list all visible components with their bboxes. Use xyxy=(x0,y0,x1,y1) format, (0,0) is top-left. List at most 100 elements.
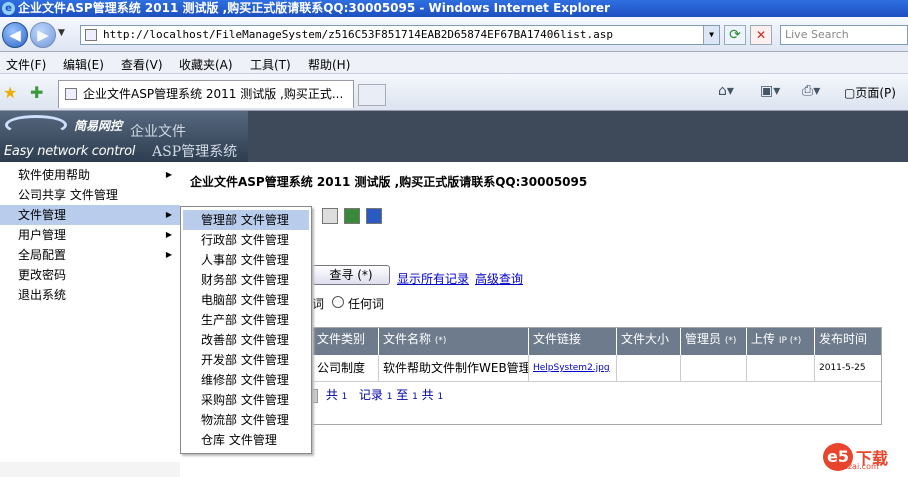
logo-cn: 简易网控 xyxy=(74,119,123,133)
cell-date: 2011-5-25 xyxy=(819,363,866,373)
new-tab-button[interactable] xyxy=(358,84,386,106)
logo-icon xyxy=(5,115,67,135)
sidebar: 软件使用帮助 ▶ 公司共享 文件管理 文件管理 ▶ 用户管理 ▶ 全局配置 ▶ 更改密码… xyxy=(0,162,180,477)
sidebar-item-logout[interactable]: 退出系统 xyxy=(0,285,180,305)
tab-bar: ★ ✚ 企业文件ASP管理系统 2011 测试版 ,购买正式... ⌂▾ ▣▾ … xyxy=(0,74,908,111)
menu-file[interactable]: 文件(F) xyxy=(6,56,46,73)
sidebar-item-file-manage[interactable]: 文件管理 ▶ xyxy=(0,205,180,225)
col-link-label: 文件链接 xyxy=(533,332,582,346)
cell-admin xyxy=(681,355,747,382)
address-field[interactable]: http://localhost/FileManageSystem/z516C5… xyxy=(80,25,720,45)
submenu-item[interactable]: 开发部 文件管理 xyxy=(183,350,309,370)
submenu-item[interactable]: 人事部 文件管理 xyxy=(183,250,309,270)
sidebar-item-label: 用户管理 xyxy=(18,228,67,242)
address-toolbar: ◀ ▶ ▼ http://localhost/FileManageSystem/… xyxy=(0,17,908,52)
system-name-line1: 企业文件 xyxy=(130,124,186,140)
app-banner: 简易网控 Easy network control 企业文件 ASP管理系统 xyxy=(0,111,908,162)
submenu-item[interactable]: 维修部 文件管理 xyxy=(183,370,309,390)
file-link[interactable]: HelpSystem2.jpg xyxy=(533,363,610,373)
home-icon[interactable]: ⌂▾ xyxy=(718,83,734,99)
submenu-item[interactable]: 仓库 文件管理 xyxy=(183,430,309,450)
favorites-star-icon[interactable]: ★ xyxy=(3,83,17,102)
watermark-site: xiazai.com xyxy=(836,462,879,471)
col-name[interactable]: 文件名称 (*) xyxy=(379,328,529,355)
sidebar-bottom xyxy=(0,462,180,477)
col-category[interactable]: 文件类别 xyxy=(313,328,379,355)
pager-rec-from: 1 xyxy=(386,392,393,402)
submenu-item[interactable]: 管理部 文件管理 xyxy=(183,210,309,230)
submenu-item[interactable]: 行政部 文件管理 xyxy=(183,230,309,250)
pager-total: 1 xyxy=(341,392,348,402)
radio-any-word[interactable] xyxy=(332,296,344,308)
chevron-right-icon: ▶ xyxy=(165,250,172,259)
add-favorite-icon[interactable]: ✚ xyxy=(30,83,43,102)
search-button[interactable]: 查寻 (*) xyxy=(312,265,390,285)
menu-help[interactable]: 帮助(H) xyxy=(308,56,350,73)
col-name-label: 文件名称 xyxy=(383,332,435,346)
excel-export-icon[interactable] xyxy=(344,208,360,224)
pager: 共 1 记录 1 至 1 共 1 xyxy=(312,386,443,403)
menu-edit[interactable]: 编辑(E) xyxy=(63,56,104,73)
sidebar-item-label: 软件使用帮助 xyxy=(18,168,91,182)
col-admin[interactable]: 管理员 (*) xyxy=(681,328,747,355)
menu-tools[interactable]: 工具(T) xyxy=(250,56,291,73)
col-ip[interactable]: 上传 IP (*) xyxy=(747,328,815,355)
page-title: 企业文件ASP管理系统 2011 测试版 ,购买正式版请联系QQ:3000509… xyxy=(190,175,588,189)
stop-button[interactable]: ✕ xyxy=(750,25,772,45)
submenu-item[interactable]: 电脑部 文件管理 xyxy=(183,290,309,310)
tab-current[interactable]: 企业文件ASP管理系统 2011 测试版 ,购买正式... xyxy=(58,80,354,108)
col-size-label: 文件大小 xyxy=(621,332,670,346)
col-admin-sort: (*) xyxy=(724,336,737,346)
pager-total-label: 共 xyxy=(325,388,338,402)
search-input[interactable]: Live Search xyxy=(780,25,908,45)
chevron-right-icon: ▶ xyxy=(165,230,172,239)
sidebar-item-label: 全局配置 xyxy=(18,248,67,262)
feeds-icon[interactable]: ▣▾ xyxy=(760,83,780,99)
page-icon xyxy=(85,29,97,41)
sidebar-item-label: 更改密码 xyxy=(18,268,67,282)
col-size[interactable]: 文件大小 xyxy=(617,328,681,355)
forward-button[interactable]: ▶ xyxy=(30,22,56,48)
pager-gong-label: 共 xyxy=(421,388,434,402)
col-admin-label: 管理员 xyxy=(685,332,725,346)
submenu-item[interactable]: 物流部 文件管理 xyxy=(183,410,309,430)
col-link[interactable]: 文件链接 xyxy=(529,328,617,355)
sidebar-item-global-config[interactable]: 全局配置 ▶ xyxy=(0,245,180,265)
file-manage-submenu: 管理部 文件管理 行政部 文件管理 人事部 文件管理 财务部 文件管理 电脑部 … xyxy=(180,206,312,454)
back-button[interactable]: ◀ xyxy=(2,22,28,48)
sidebar-item-shared-files[interactable]: 公司共享 文件管理 xyxy=(0,185,180,205)
pager-rec-label: 记录 xyxy=(358,388,383,402)
sidebar-item-user-manage[interactable]: 用户管理 ▶ xyxy=(0,225,180,245)
refresh-button[interactable]: ⟳ xyxy=(724,25,746,45)
submenu-item[interactable]: 财务部 文件管理 xyxy=(183,270,309,290)
cell-link: HelpSystem2.jpg xyxy=(529,355,617,382)
col-category-label: 文件类别 xyxy=(317,332,366,346)
col-date[interactable]: 发布时间 xyxy=(815,328,881,355)
history-dropdown-icon[interactable]: ▼ xyxy=(58,28,65,38)
submenu-item[interactable]: 改善部 文件管理 xyxy=(183,330,309,350)
sidebar-item-label: 公司共享 文件管理 xyxy=(18,188,118,202)
menu-bar: 文件(F) 编辑(E) 查看(V) 收藏夹(A) 工具(T) 帮助(H) xyxy=(0,52,908,74)
logo-en: Easy network control xyxy=(4,144,136,159)
sidebar-item-change-password[interactable]: 更改密码 xyxy=(0,265,180,285)
menu-favorites[interactable]: 收藏夹(A) xyxy=(179,56,233,73)
show-all-records-link[interactable]: 显示所有记录 xyxy=(397,270,469,287)
logo-area: 简易网控 Easy network control 企业文件 ASP管理系统 xyxy=(0,111,248,162)
pager-rec-to: 1 xyxy=(412,392,418,402)
radio-any-label: 任何词 xyxy=(348,297,385,311)
address-dropdown-icon[interactable]: ▼ xyxy=(703,26,719,44)
col-date-label: 发布时间 xyxy=(819,332,868,346)
submenu-item[interactable]: 采购部 文件管理 xyxy=(183,390,309,410)
menu-view[interactable]: 查看(V) xyxy=(121,56,163,73)
tab-label: 企业文件ASP管理系统 2011 测试版 ,购买正式... xyxy=(83,87,344,101)
address-text: http://localhost/FileManageSystem/z516C5… xyxy=(103,28,613,41)
sidebar-item-help[interactable]: 软件使用帮助 ▶ xyxy=(0,165,180,185)
submenu-item[interactable]: 生产部 文件管理 xyxy=(183,310,309,330)
word-export-icon[interactable] xyxy=(366,208,382,224)
pager-box xyxy=(312,388,318,403)
advanced-search-link[interactable]: 高级查询 xyxy=(475,270,523,287)
page-menu[interactable]: ▢页面(P) xyxy=(844,84,896,101)
sidebar-item-label: 文件管理 xyxy=(18,208,67,222)
print-icon[interactable]: ⎙▾ xyxy=(802,83,820,99)
print-icon[interactable] xyxy=(322,208,338,224)
